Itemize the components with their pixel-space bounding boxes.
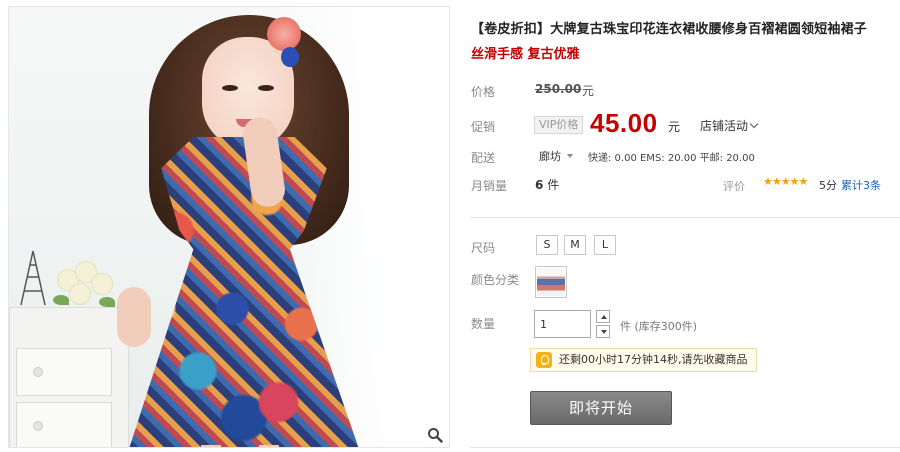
product-subtitle: 丝滑手感 复古优雅 bbox=[471, 47, 580, 62]
countdown-notice: 还剩00小时17分钟14秒,请先收藏商品 bbox=[530, 348, 757, 372]
coming-soon-button[interactable]: 即将开始 bbox=[530, 391, 672, 425]
swatch-thumbnail bbox=[537, 268, 565, 296]
size-option-s[interactable]: S bbox=[536, 235, 558, 255]
monthly-sales-count: 6 bbox=[535, 178, 544, 192]
quantity-input[interactable] bbox=[534, 310, 591, 338]
bottom-divider bbox=[470, 447, 900, 448]
shipping-location: 廊坊 bbox=[539, 150, 561, 163]
promo-label: 促销 bbox=[471, 120, 496, 134]
quantity-increase-button[interactable] bbox=[596, 310, 610, 323]
photo-cabinet bbox=[9, 307, 129, 447]
monthly-sales-value: 6 件 bbox=[535, 176, 559, 193]
lightbulb-icon bbox=[536, 352, 552, 368]
color-label: 颜色分类 bbox=[471, 273, 520, 287]
monthly-sales-label: 月销量 bbox=[471, 179, 508, 193]
countdown-text: 还剩00小时17分钟14秒,请先收藏商品 bbox=[559, 353, 748, 366]
color-option-swatch[interactable] bbox=[535, 266, 567, 298]
shipping-fees: 快递: 0.00 EMS: 20.00 平邮: 20.00 bbox=[588, 153, 755, 164]
original-price: 250.00 bbox=[535, 82, 582, 96]
shipping-label: 配送 bbox=[471, 151, 496, 165]
photo-flowers bbox=[53, 259, 123, 315]
original-price-unit: 元 bbox=[582, 84, 595, 98]
shipping-location-select[interactable]: 廊坊 bbox=[539, 148, 573, 164]
quantity-label: 数量 bbox=[471, 317, 496, 331]
caret-down-icon bbox=[567, 154, 573, 158]
cumulative-reviews-link[interactable]: 累计3条 bbox=[841, 177, 881, 193]
photo-decor-tower bbox=[20, 250, 46, 306]
store-activity-label: 店铺活动 bbox=[700, 119, 749, 133]
vip-price-badge: VIP价格 bbox=[534, 116, 584, 134]
quantity-decrease-button[interactable] bbox=[596, 325, 610, 338]
monthly-sales-unit: 件 bbox=[547, 178, 560, 192]
product-image[interactable] bbox=[8, 6, 450, 448]
magnifier-icon[interactable] bbox=[427, 427, 443, 443]
section-divider bbox=[470, 217, 900, 218]
photo-hair-flower bbox=[267, 17, 301, 51]
rating-label: 评价 bbox=[723, 180, 745, 193]
size-label: 尺码 bbox=[471, 241, 496, 255]
stock-text: 件 (库存300件) bbox=[620, 320, 698, 333]
store-activity-dropdown[interactable]: 店铺活动 bbox=[700, 117, 759, 134]
chevron-down-icon bbox=[749, 119, 759, 129]
rating-stars-icon: ★★★★★ bbox=[763, 175, 808, 188]
price-label: 价格 bbox=[471, 85, 496, 99]
size-option-m[interactable]: M bbox=[564, 235, 586, 255]
rating-score: 5分 bbox=[819, 179, 837, 192]
promo-price-unit: 元 bbox=[668, 120, 681, 134]
size-option-l[interactable]: L bbox=[594, 235, 616, 255]
promo-price: 45.00 bbox=[590, 108, 658, 138]
product-title: 【卷皮折扣】大牌复古珠宝印花连衣裙收腰修身百褶裙圆领短袖裙子 bbox=[471, 22, 868, 37]
